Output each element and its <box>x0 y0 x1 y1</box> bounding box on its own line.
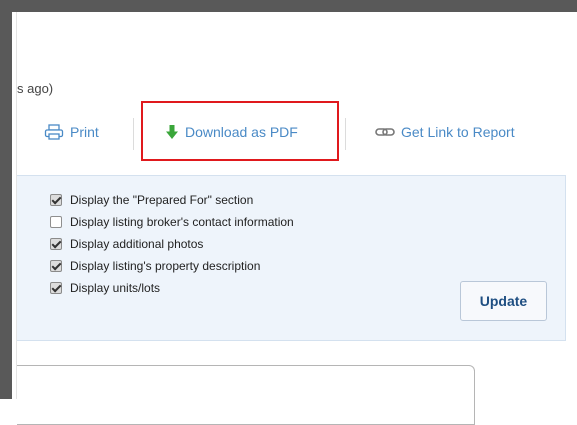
option-prepared-for[interactable]: Display the "Prepared For" section <box>50 193 253 207</box>
last-updated-text: s ago) <box>17 81 54 96</box>
option-label: Display additional photos <box>70 237 204 251</box>
toolbar-divider <box>345 118 346 150</box>
printer-icon <box>44 124 64 140</box>
option-label: Display the "Prepared For" section <box>70 193 254 207</box>
option-label: Display units/lots <box>70 281 161 295</box>
get-link-label: Get Link to Report <box>401 124 515 140</box>
checkbox-property-description[interactable] <box>50 260 62 272</box>
option-additional-photos[interactable]: Display additional photos <box>50 237 203 251</box>
chain-link-icon <box>375 127 395 137</box>
lower-content-box <box>17 365 475 425</box>
toolbar-divider <box>133 118 134 150</box>
window-top-frame <box>0 0 577 12</box>
update-button[interactable]: Update <box>460 281 547 321</box>
option-broker-contact[interactable]: Display listing broker's contact informa… <box>50 215 294 229</box>
checkbox-additional-photos[interactable] <box>50 238 62 250</box>
highlight-annotation-box <box>141 101 339 161</box>
get-link-button[interactable]: Get Link to Report <box>375 124 515 140</box>
window-left-frame <box>0 0 12 399</box>
print-label: Print <box>70 124 99 140</box>
checkbox-prepared-for[interactable] <box>50 194 62 206</box>
print-button[interactable]: Print <box>44 124 99 140</box>
checkbox-units-lots[interactable] <box>50 282 62 294</box>
checkbox-broker-contact[interactable] <box>50 216 62 228</box>
option-property-description[interactable]: Display listing's property description <box>50 259 260 273</box>
option-units-lots[interactable]: Display units/lots <box>50 281 160 295</box>
option-label: Display listing broker's contact informa… <box>70 215 294 229</box>
option-label: Display listing's property description <box>70 259 261 273</box>
